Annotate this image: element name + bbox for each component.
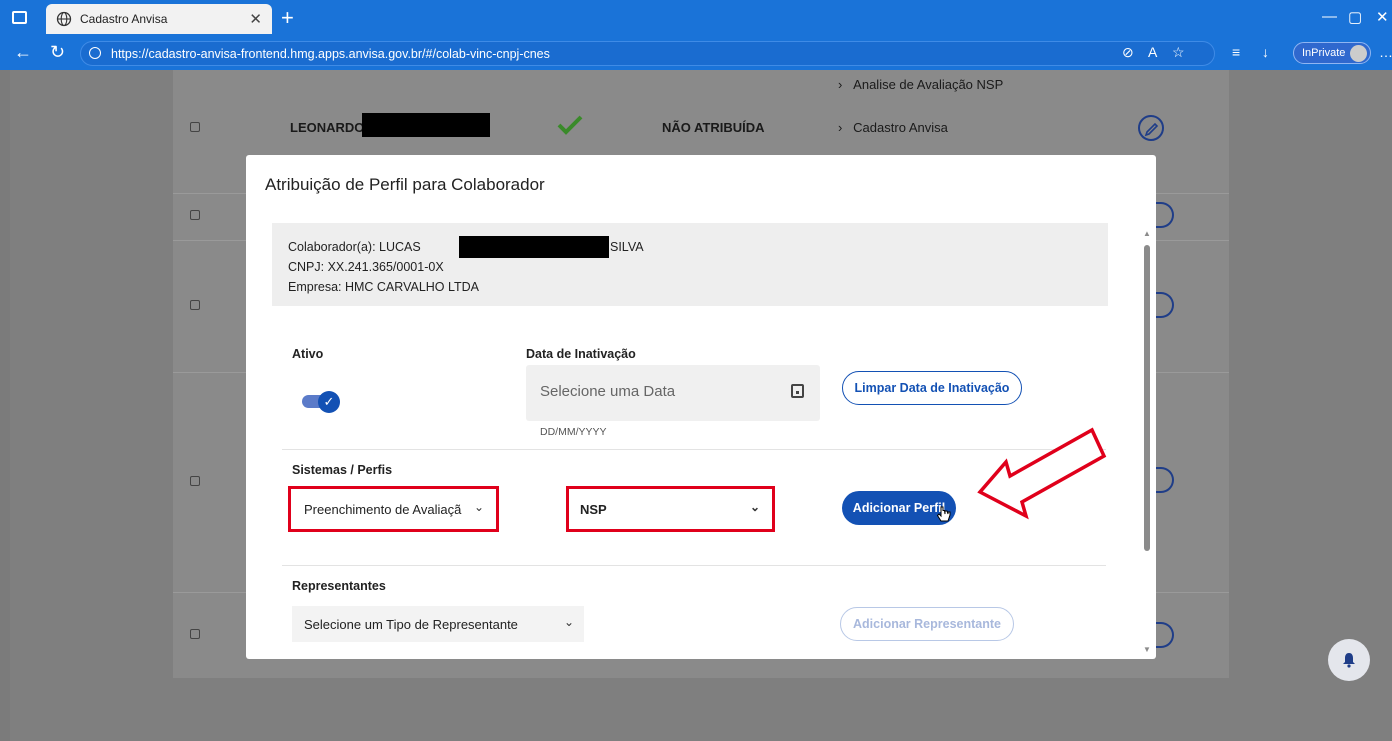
collaborator-name-prefix: Colaborador(a): LUCAS: [288, 240, 421, 254]
calendar-icon[interactable]: [791, 384, 804, 398]
minimize-icon[interactable]: —: [1322, 8, 1337, 25]
row-checkbox[interactable]: [190, 629, 200, 639]
collaborator-name-suffix: SILVA: [610, 240, 644, 254]
inprivate-badge[interactable]: InPrivate: [1293, 42, 1371, 64]
address-bar: ← ↻ https://cadastro-anvisa-frontend.hmg…: [0, 38, 1392, 70]
row-link[interactable]: › Cadastro Anvisa: [838, 120, 948, 135]
sistema-select[interactable]: Preenchimento de Avaliaçã ⌄: [292, 491, 494, 527]
date-placeholder: Selecione uma Data: [540, 383, 676, 400]
perfil-select-value: NSP: [580, 501, 607, 517]
redaction-box: [459, 236, 609, 258]
check-icon: ✓: [318, 391, 340, 413]
collaborator-info: Colaborador(a): LUCAS SILVA CNPJ: XX.241…: [272, 223, 1108, 306]
scroll-up-icon[interactable]: ▲: [1143, 229, 1151, 238]
read-aloud-icon[interactable]: A: [1148, 44, 1157, 60]
cnpj-text: CNPJ: XX.241.365/0001-0X: [288, 260, 444, 274]
sistemas-perfis-label: Sistemas / Perfis: [292, 463, 393, 477]
ativo-label: Ativo: [292, 347, 324, 361]
downloads-icon[interactable]: ↓: [1262, 44, 1269, 60]
back-icon[interactable]: ←: [14, 42, 32, 63]
section-divider: [282, 565, 1106, 566]
row-checkbox[interactable]: [190, 210, 200, 220]
restore-icon[interactable]: ▢: [1348, 8, 1362, 26]
row-checkbox[interactable]: [190, 300, 200, 310]
url-text: https://cadastro-anvisa-frontend.hmg.app…: [111, 46, 550, 61]
perfil-select[interactable]: NSP ⌄: [570, 491, 770, 527]
chevron-down-icon: ⌄: [563, 615, 574, 629]
row-link[interactable]: › Analise de Avaliação NSP: [838, 77, 1003, 92]
scrollbar-thumb[interactable]: [1144, 245, 1150, 551]
lock-icon: [89, 47, 101, 59]
hand-cursor-icon: [936, 505, 952, 530]
modal-title: Atribuição de Perfil para Colaborador: [265, 175, 545, 194]
representante-select-value: Selecione um Tipo de Representante: [304, 616, 518, 632]
favorite-star-icon[interactable]: ☆: [1172, 44, 1185, 61]
sistema-select-value: Preenchimento de Avaliaçã: [304, 501, 462, 517]
chevron-down-icon: ⌄: [749, 500, 760, 514]
redaction-box: [362, 113, 490, 137]
check-icon: [557, 114, 583, 141]
row-checkbox[interactable]: [190, 122, 200, 132]
notification-bell-icon[interactable]: [1328, 639, 1370, 681]
scroll-down-icon[interactable]: ▼: [1143, 645, 1151, 654]
row-status: NÃO ATRIBUÍDA: [662, 120, 765, 135]
browser-tab-bar: Cadastro Anvisa ✕ + — ▢ ✕: [0, 0, 1392, 38]
row-checkbox[interactable]: [190, 476, 200, 486]
representantes-label: Representantes: [292, 579, 386, 593]
representante-select[interactable]: Selecione um Tipo de Representante ⌄: [292, 606, 584, 642]
new-tab-icon[interactable]: +: [281, 5, 294, 31]
date-input[interactable]: Selecione uma Data: [526, 365, 820, 421]
data-inativacao-label: Data de Inativação: [526, 347, 636, 361]
profile-assignment-modal: Atribuição de Perfil para Colaborador Co…: [246, 155, 1156, 659]
refresh-icon[interactable]: ↻: [50, 42, 65, 63]
url-field[interactable]: https://cadastro-anvisa-frontend.hmg.app…: [80, 41, 1215, 66]
avatar: [1350, 45, 1367, 62]
chevron-down-icon: ⌄: [473, 500, 484, 514]
tab-title: Cadastro Anvisa: [80, 12, 168, 26]
tracking-prevention-icon[interactable]: ⊘: [1122, 44, 1134, 61]
close-window-icon[interactable]: ✕: [1376, 8, 1389, 26]
adicionar-representante-button[interactable]: Adicionar Representante: [840, 607, 1014, 641]
more-icon[interactable]: …: [1379, 44, 1392, 60]
inprivate-label: InPrivate: [1302, 47, 1346, 59]
close-tab-icon[interactable]: ✕: [249, 10, 262, 28]
browser-tab[interactable]: Cadastro Anvisa ✕: [46, 4, 272, 34]
edit-icon[interactable]: [1138, 115, 1164, 141]
favorites-icon[interactable]: ≡: [1232, 44, 1240, 60]
tab-actions-icon[interactable]: [12, 11, 27, 24]
annotation-arrow-icon: [970, 420, 1115, 530]
row-name: LEONARDO: [290, 120, 365, 135]
limpar-data-button[interactable]: Limpar Data de Inativação: [842, 371, 1022, 405]
ativo-toggle[interactable]: ✓: [302, 391, 342, 413]
empresa-text: Empresa: HMC CARVALHO LTDA: [288, 280, 480, 294]
globe-icon: [56, 11, 72, 27]
date-format-hint: DD/MM/YYYY: [540, 426, 607, 438]
